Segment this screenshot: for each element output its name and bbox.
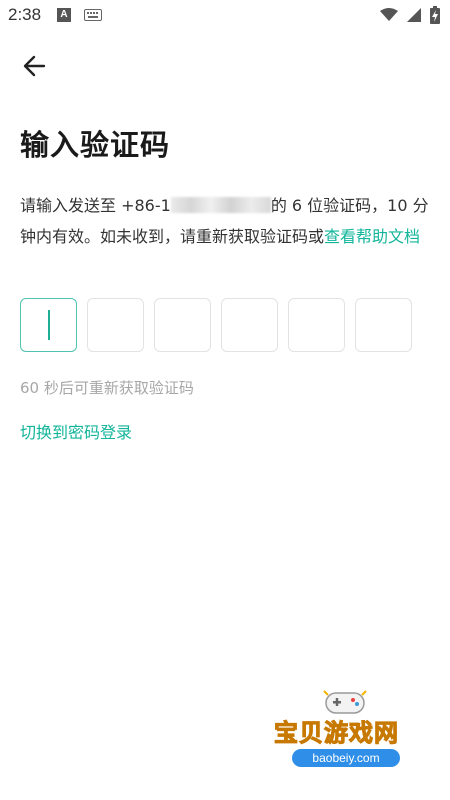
- description-prefix: 请输入发送至 +86-1: [20, 196, 171, 215]
- status-icons: [380, 6, 440, 24]
- arrow-left-icon: [23, 55, 46, 77]
- input-caret: [48, 310, 50, 340]
- signal-icon: [407, 8, 421, 22]
- page-title: 输入验证码: [20, 128, 171, 162]
- keyboard-icon: [84, 9, 102, 21]
- watermark-title: 宝贝游戏网: [274, 719, 399, 748]
- code-digit-box[interactable]: [355, 298, 412, 352]
- back-button[interactable]: [18, 50, 52, 82]
- switch-to-password-login-link[interactable]: 切换到密码登录: [20, 419, 132, 443]
- verification-code-input[interactable]: [20, 298, 412, 352]
- verification-description: 请输入发送至 +86-1 的 6 位验证码，10 分钟内有效。如未收到，请重新获取…: [20, 190, 430, 252]
- watermark-logo: 宝贝游戏网 baobeiy.com: [270, 685, 420, 780]
- code-digit-box[interactable]: [154, 298, 211, 352]
- watermark-url: baobeiy.com: [292, 749, 400, 767]
- code-digit-box[interactable]: [87, 298, 144, 352]
- a-notification-icon: A: [57, 8, 71, 22]
- status-time: 2:38: [8, 5, 42, 24]
- status-bar: 2:38 A: [0, 0, 450, 32]
- help-doc-link[interactable]: 查看帮助文档: [324, 227, 420, 246]
- wifi-icon: [380, 8, 398, 21]
- resend-countdown: 60 秒后可重新获取验证码: [20, 379, 194, 397]
- code-digit-box[interactable]: [288, 298, 345, 352]
- code-digit-box[interactable]: [221, 298, 278, 352]
- battery-charging-icon: [430, 6, 440, 24]
- masked-phone-number: [170, 197, 271, 213]
